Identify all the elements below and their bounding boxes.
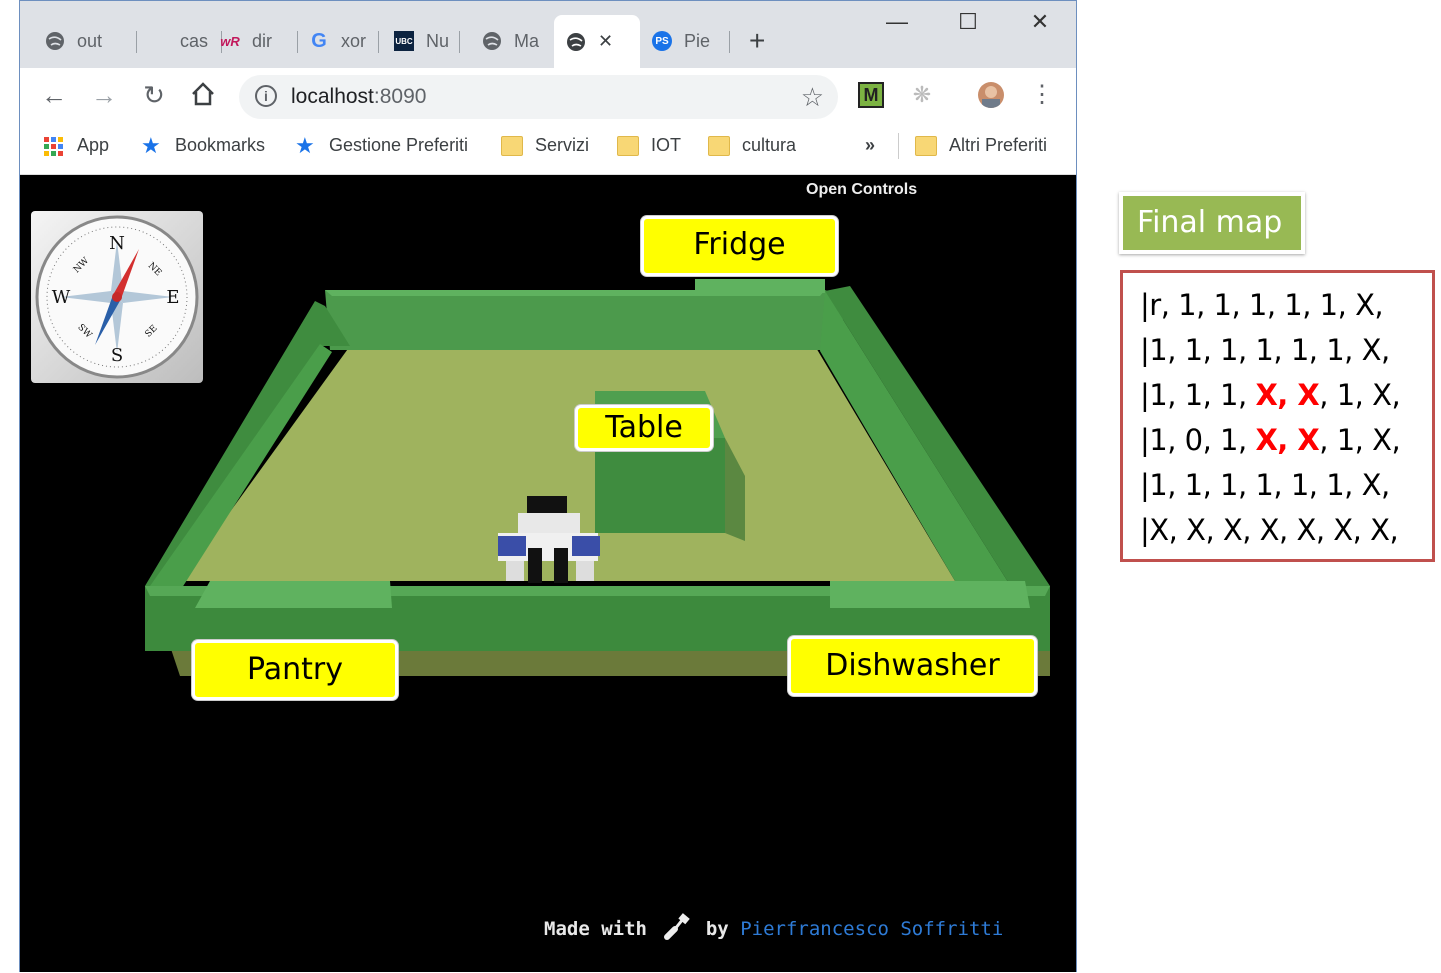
tab-label: Nu bbox=[426, 30, 450, 51]
map-row: |1, 1, 1, 1, 1, 1, X, bbox=[1140, 468, 1390, 502]
bookmark-gestione-preferiti[interactable]: ★ Gestione Preferiti bbox=[295, 132, 468, 158]
tab-label: dir bbox=[252, 30, 273, 51]
new-tab-button[interactable]: + bbox=[749, 21, 765, 61]
final-map-title: Final map bbox=[1119, 192, 1305, 254]
tab-label: Ma bbox=[514, 30, 540, 51]
folder-icon bbox=[708, 135, 730, 156]
more-bookmarks-button[interactable]: » bbox=[865, 135, 875, 156]
credits-footer: Made with by Pierfrancesco Soffritti bbox=[544, 913, 1003, 941]
tab-ma[interactable]: Ma bbox=[482, 21, 550, 61]
home-icon[interactable] bbox=[186, 80, 220, 115]
tab-label: xor bbox=[341, 30, 367, 51]
tab-label: cas bbox=[180, 30, 209, 51]
svg-text:E: E bbox=[166, 287, 179, 308]
bookmark-app[interactable]: App bbox=[43, 135, 109, 156]
tab-cas[interactable]: cas bbox=[148, 21, 222, 61]
google-icon: G bbox=[311, 29, 327, 52]
avatar[interactable] bbox=[978, 82, 1004, 108]
url-text[interactable]: localhost:8090 bbox=[291, 85, 426, 109]
address-bar[interactable]: i localhost:8090 ☆ bbox=[239, 75, 838, 119]
info-icon[interactable]: i bbox=[255, 85, 277, 107]
close-tab-icon[interactable]: ✕ bbox=[598, 31, 613, 52]
compass-icon: N S E W NE NW SE SW bbox=[35, 215, 199, 379]
star-icon: ★ bbox=[141, 132, 161, 158]
folder-icon bbox=[617, 135, 639, 156]
maximize-button[interactable]: ☐ bbox=[948, 9, 988, 35]
globe-icon bbox=[482, 31, 502, 51]
tab-xor[interactable]: G xor bbox=[309, 21, 379, 61]
back-arrow-icon[interactable]: ← bbox=[37, 80, 71, 111]
bookmark-star-icon[interactable]: ☆ bbox=[801, 82, 824, 113]
menu-dots-icon[interactable]: ⋮ bbox=[1025, 80, 1059, 109]
bookmark-cultura[interactable]: cultura bbox=[708, 135, 796, 156]
bookmark-altri-preferiti[interactable]: Altri Preferiti bbox=[915, 135, 1047, 156]
map-row: |1, 1, 1, X, X, 1, X, bbox=[1140, 378, 1401, 412]
ps-icon: PS bbox=[652, 31, 672, 51]
tab-strip: out cas wR dir G xor UBC Nu Ma ✕ PS Pie bbox=[20, 1, 1076, 68]
bookmark-bookmarks[interactable]: ★ Bookmarks bbox=[141, 132, 265, 158]
bookmarks-divider bbox=[898, 133, 899, 159]
extension-icon[interactable]: ❋ bbox=[909, 82, 935, 108]
tab-label: out bbox=[77, 30, 103, 51]
tab-active[interactable]: ✕ bbox=[554, 15, 640, 68]
globe-icon bbox=[45, 31, 65, 51]
blank-icon bbox=[148, 31, 168, 51]
ubc-icon: UBC bbox=[394, 31, 414, 51]
svg-text:W: W bbox=[52, 287, 71, 308]
open-controls-button[interactable]: Open Controls bbox=[806, 181, 917, 199]
fridge-label: Fridge bbox=[641, 216, 838, 276]
globe-icon bbox=[566, 32, 586, 52]
map-row: |r, 1, 1, 1, 1, 1, X, bbox=[1140, 288, 1384, 322]
toolbar: ← → ↻ i localhost:8090 ☆ M ❋ ⋮ bbox=[20, 68, 1076, 125]
browser-window: out cas wR dir G xor UBC Nu Ma ✕ PS Pie bbox=[19, 0, 1077, 972]
folder-icon bbox=[501, 135, 523, 156]
map-row: |1, 0, 1, X, X, 1, X, bbox=[1140, 423, 1401, 457]
bookmarks-bar: App ★ Bookmarks ★ Gestione Preferiti Ser… bbox=[20, 125, 1076, 175]
star-icon: ★ bbox=[295, 132, 315, 158]
shovel-icon bbox=[658, 913, 694, 941]
final-map-grid: |r, 1, 1, 1, 1, 1, X, |1, 1, 1, 1, 1, 1,… bbox=[1120, 270, 1435, 562]
tab-out[interactable]: out bbox=[45, 21, 137, 61]
apps-grid-icon bbox=[43, 136, 65, 156]
bookmark-iot[interactable]: IOT bbox=[617, 135, 681, 156]
tab-label: Pie bbox=[684, 30, 711, 51]
forward-arrow-icon[interactable]: → bbox=[87, 80, 121, 111]
map-row: |1, 1, 1, 1, 1, 1, X, bbox=[1140, 333, 1390, 367]
close-window-button[interactable]: ✕ bbox=[1020, 9, 1060, 35]
pantry-label: Pantry bbox=[192, 640, 398, 700]
scene-viewport[interactable]: Open Controls N S E W NE NW SE SW Fridge… bbox=[20, 176, 1076, 972]
bookmark-servizi[interactable]: Servizi bbox=[501, 135, 589, 156]
tab-pie[interactable]: PS Pie bbox=[652, 21, 730, 61]
author-link[interactable]: Pierfrancesco Soffritti bbox=[740, 918, 1003, 940]
tab-dir[interactable]: wR dir bbox=[220, 21, 298, 61]
svg-text:N: N bbox=[109, 233, 125, 254]
wr-icon: wR bbox=[220, 33, 240, 49]
tab-nu[interactable]: UBC Nu bbox=[394, 21, 460, 61]
compass-widget: N S E W NE NW SE SW bbox=[31, 211, 203, 383]
folder-icon bbox=[915, 135, 937, 156]
dishwasher-label: Dishwasher bbox=[788, 636, 1037, 696]
reload-icon[interactable]: ↻ bbox=[137, 80, 171, 111]
table-label: Table bbox=[575, 405, 713, 451]
minimize-button[interactable]: — bbox=[877, 9, 917, 35]
svg-text:S: S bbox=[111, 345, 123, 366]
map-row: |X, X, X, X, X, X, X, bbox=[1140, 513, 1399, 547]
m-extension-icon[interactable]: M bbox=[858, 82, 884, 108]
